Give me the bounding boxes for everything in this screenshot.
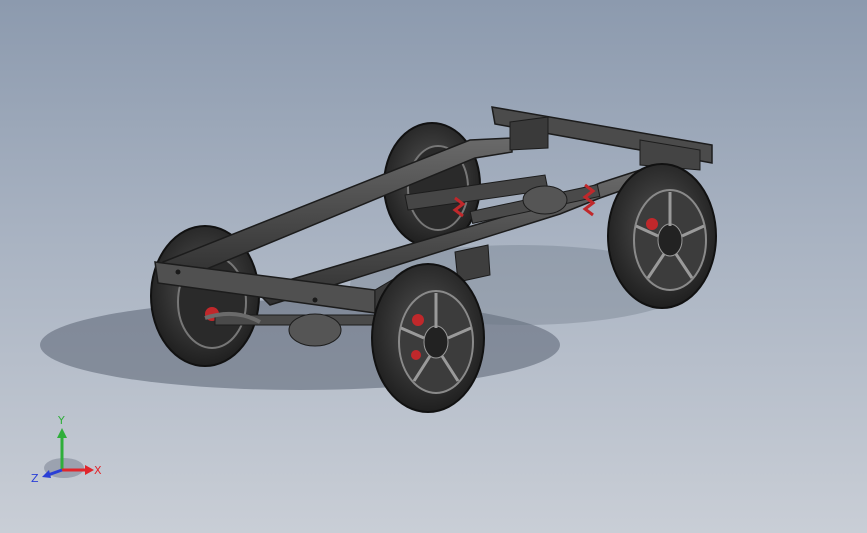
x-axis-label: X [94, 464, 102, 477]
y-axis-label: Y [57, 414, 65, 427]
rear-right-wheel [607, 163, 717, 309]
y-axis-arrow [57, 428, 67, 438]
chassis-model[interactable] [0, 0, 867, 533]
front-right-wheel [371, 263, 485, 413]
z-axis-label: Z [31, 472, 39, 485]
x-axis-arrow [85, 465, 94, 475]
graphics-viewport[interactable]: Y X Z [0, 0, 867, 533]
orientation-triad[interactable]: Y X Z [28, 412, 108, 490]
